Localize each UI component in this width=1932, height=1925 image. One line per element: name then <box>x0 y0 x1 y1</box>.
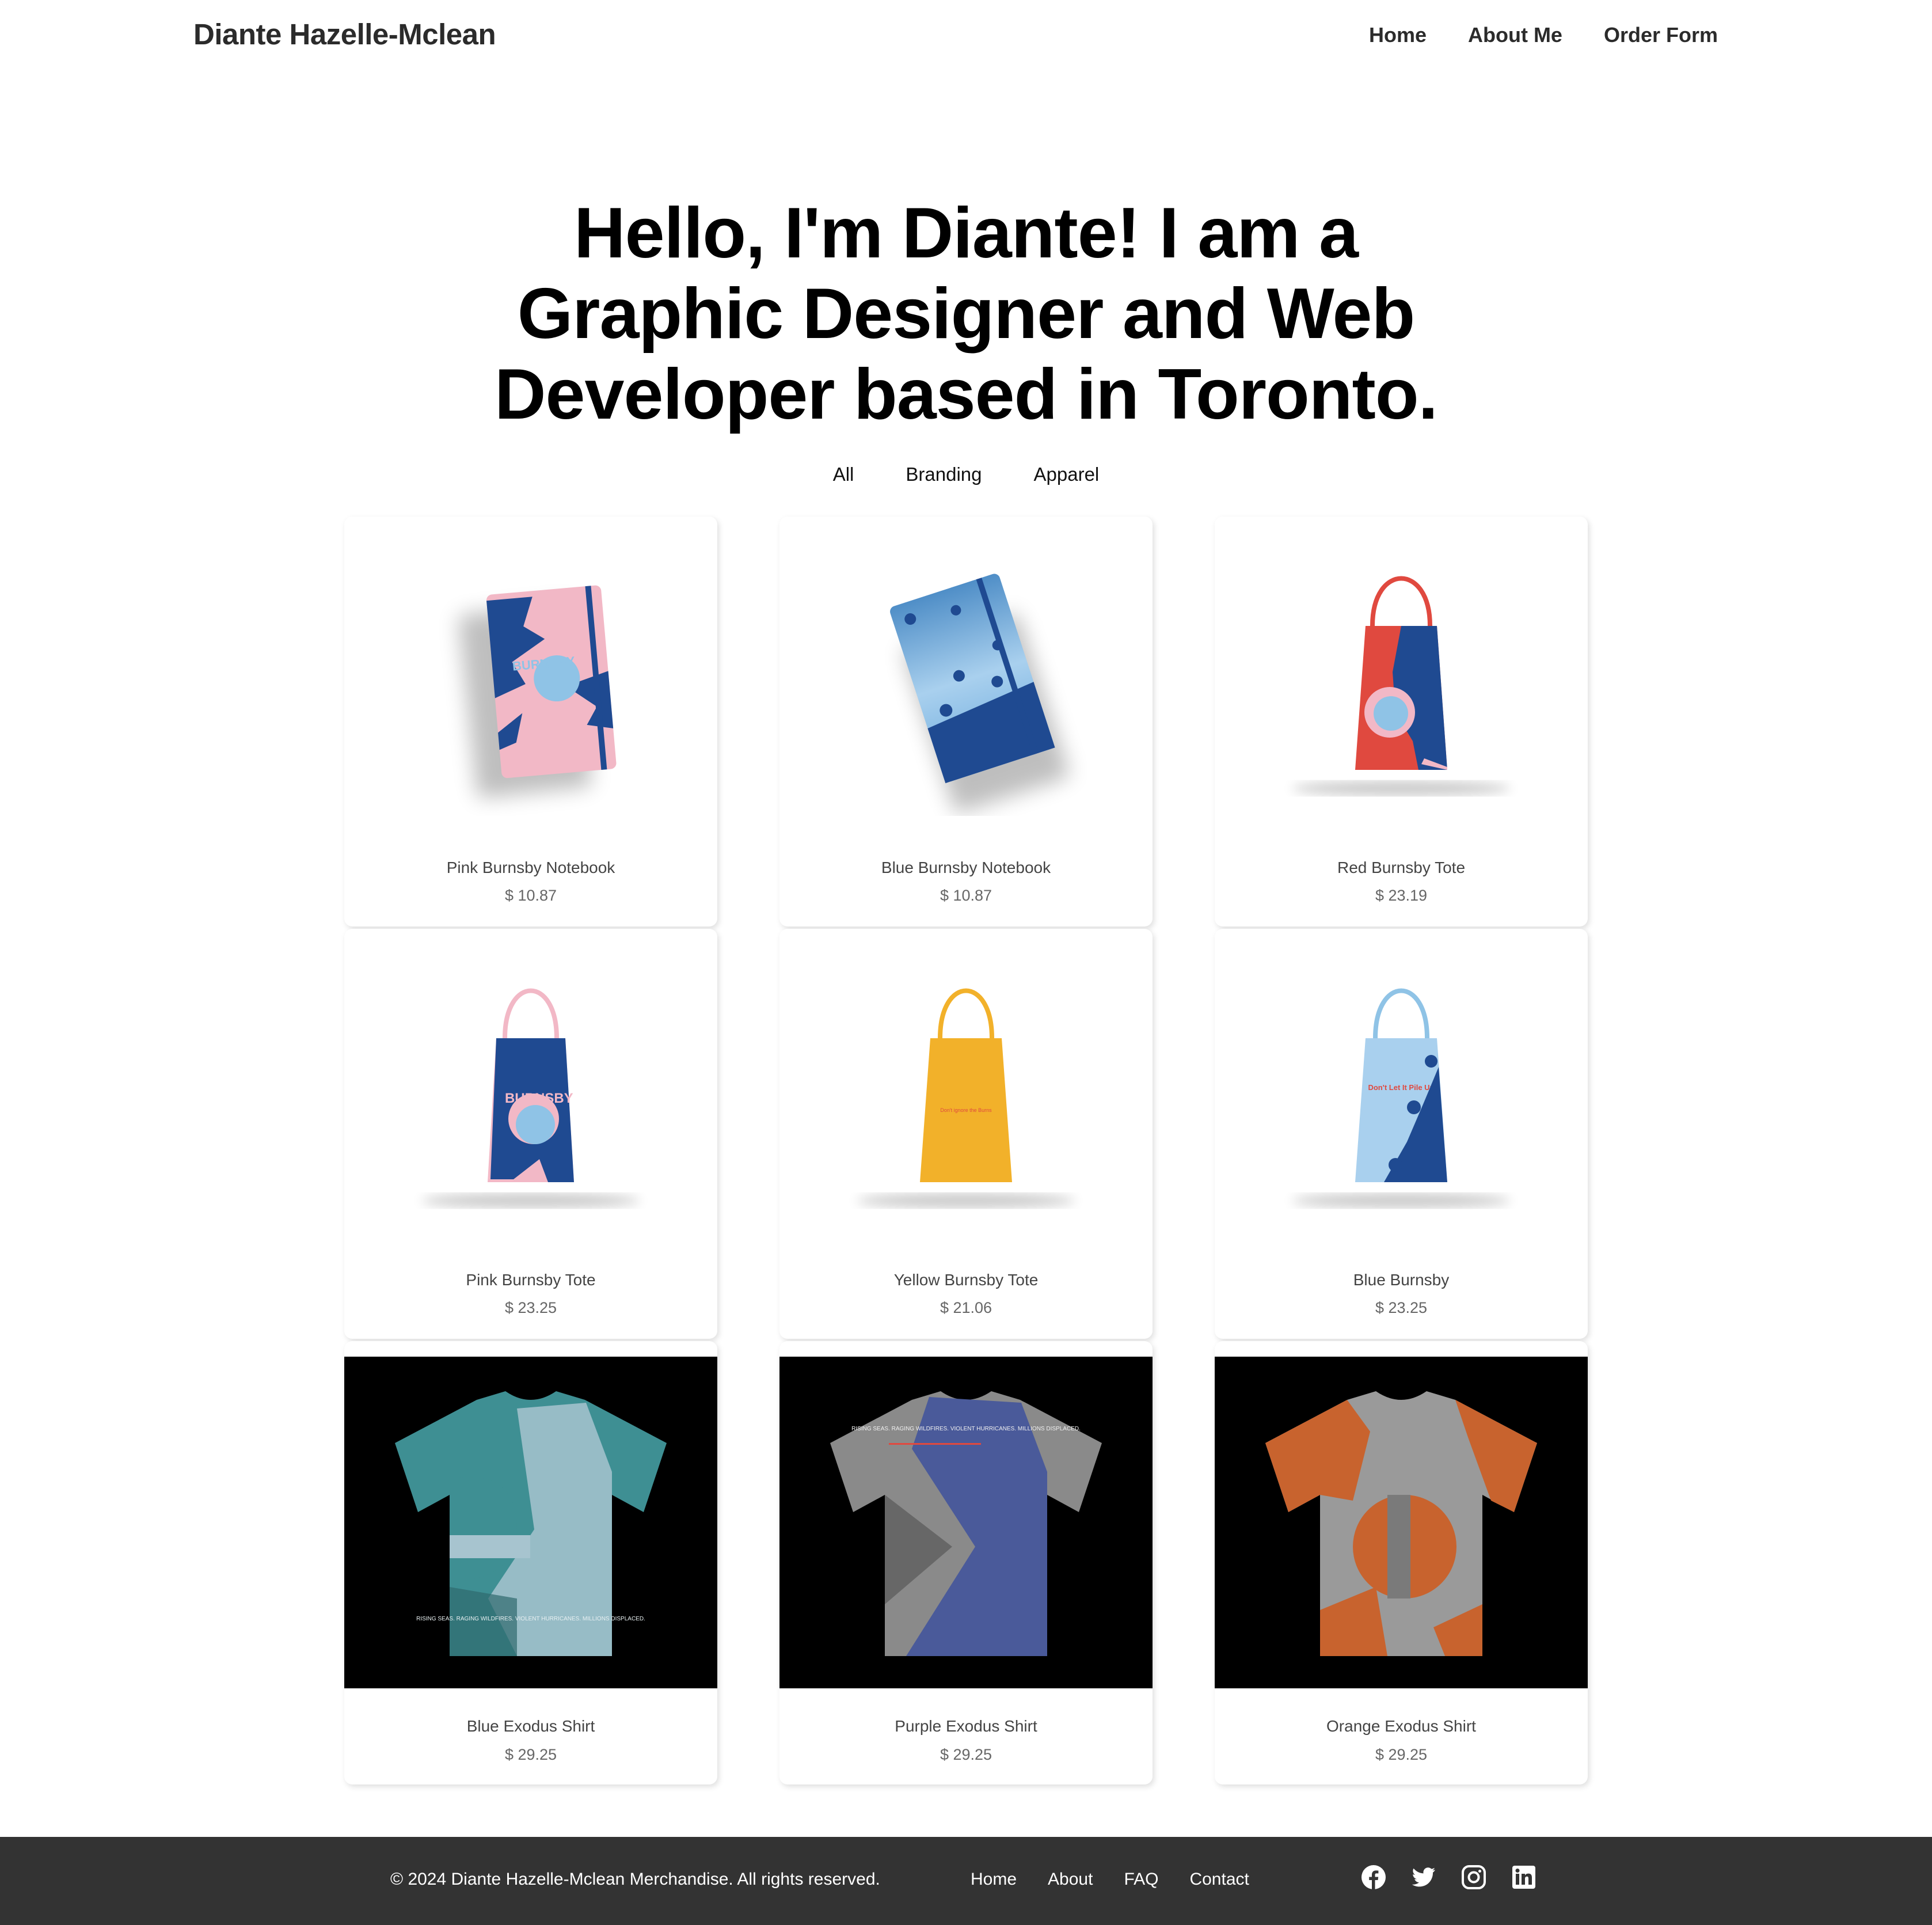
product-name[interactable]: Blue Burnsby <box>1215 1271 1588 1289</box>
twitter-icon[interactable] <box>1411 1865 1436 1890</box>
footer-link-contact[interactable]: Contact <box>1189 1870 1249 1889</box>
filter-all[interactable]: All <box>833 464 854 485</box>
product-name[interactable]: Pink Burnsby Notebook <box>344 859 717 877</box>
nav-about-me[interactable]: About Me <box>1468 23 1562 47</box>
footer-nav: Home About FAQ Contact <box>971 1870 1249 1889</box>
brand-name[interactable]: Diante Hazelle-Mclean <box>193 17 496 51</box>
nav-order-form[interactable]: Order Form <box>1604 23 1718 47</box>
product-card[interactable]: RISING SEAS. RAGING WILDFIRES. VIOLENT H… <box>779 1341 1153 1784</box>
product-image-yellow-tote[interactable]: Don't ignore the Burns <box>779 952 1153 1228</box>
product-card[interactable]: BURNSBY Pink Burnsby Notebook $ 10.87 <box>344 517 717 927</box>
social-links <box>1361 1865 1537 1890</box>
product-grid: BURNSBY Pink Burnsby Notebook $ 10.87 Bl… <box>344 517 1588 1784</box>
product-card[interactable]: Blue Burnsby Notebook $ 10.87 <box>779 517 1153 927</box>
tote-print-text: BURNSBY <box>505 1091 573 1106</box>
filter-apparel[interactable]: Apparel <box>1034 464 1100 485</box>
product-image-pink-notebook[interactable]: BURNSBY <box>344 540 717 816</box>
facebook-icon[interactable] <box>1361 1865 1386 1890</box>
shirt-print-text: RISING SEAS. RAGING WILDFIRES. VIOLENT H… <box>416 1616 645 1622</box>
product-image-blue-notebook[interactable] <box>779 540 1153 816</box>
product-price: $ 23.25 <box>504 1299 557 1316</box>
product-card[interactable]: Don't ignore the Burns Yellow Burnsby To… <box>779 929 1153 1339</box>
instagram-icon[interactable] <box>1461 1865 1486 1890</box>
product-price: $ 10.87 <box>940 887 992 904</box>
site-footer: © 2024 Diante Hazelle-Mclean Merchandise… <box>0 1837 1932 1925</box>
product-name[interactable]: Red Burnsby Tote <box>1215 859 1588 877</box>
product-card[interactable]: Red Burnsby Tote $ 23.19 <box>1215 517 1588 927</box>
product-price: $ 29.25 <box>1375 1746 1428 1763</box>
product-name[interactable]: Pink Burnsby Tote <box>344 1271 717 1289</box>
footer-link-about[interactable]: About <box>1048 1870 1093 1889</box>
product-price: $ 21.06 <box>940 1299 992 1316</box>
product-name[interactable]: Yellow Burnsby Tote <box>779 1271 1153 1289</box>
product-name[interactable]: Blue Exodus Shirt <box>344 1717 717 1736</box>
nav-home[interactable]: Home <box>1369 23 1427 47</box>
product-price: $ 29.25 <box>504 1746 557 1763</box>
product-name[interactable]: Blue Burnsby Notebook <box>779 859 1153 877</box>
linkedin-icon[interactable] <box>1511 1865 1537 1890</box>
category-filters: All Branding Apparel <box>0 464 1932 485</box>
product-image-purple-exodus-shirt[interactable]: RISING SEAS. RAGING WILDFIRES. VIOLENT H… <box>779 1357 1153 1688</box>
product-price: $ 23.25 <box>1375 1299 1428 1316</box>
product-name[interactable]: Orange Exodus Shirt <box>1215 1717 1588 1736</box>
shirt-print-text: RISING SEAS. RAGING WILDFIRES. VIOLENT H… <box>851 1426 1081 1432</box>
site-header: Diante Hazelle-Mclean Home About Me Orde… <box>0 0 1932 75</box>
hero-section: Hello, I'm Diante! I am a Graphic Design… <box>0 193 1932 435</box>
product-price: $ 23.19 <box>1375 887 1428 904</box>
filter-branding[interactable]: Branding <box>906 464 982 485</box>
product-image-blue-tote[interactable]: Don't Let It Pile Up <box>1215 952 1588 1228</box>
product-card[interactable]: RISING SEAS. RAGING WILDFIRES. VIOLENT H… <box>344 1341 717 1784</box>
product-image-red-tote[interactable] <box>1215 540 1588 816</box>
footer-link-home[interactable]: Home <box>971 1870 1017 1889</box>
copyright-text: © 2024 Diante Hazelle-Mclean Merchandise… <box>390 1870 880 1889</box>
product-image-pink-tote[interactable]: BURNSBY <box>344 952 717 1228</box>
main-nav: Home About Me Order Form <box>1369 23 1718 47</box>
tote-print-text: Don't ignore the Burns <box>940 1107 992 1113</box>
product-image-blue-exodus-shirt[interactable]: RISING SEAS. RAGING WILDFIRES. VIOLENT H… <box>344 1357 717 1688</box>
product-price: $ 10.87 <box>504 887 557 904</box>
product-card[interactable]: BURNSBY Pink Burnsby Tote $ 23.25 <box>344 929 717 1339</box>
product-card[interactable]: Don't Let It Pile Up Blue Burnsby $ 23.2… <box>1215 929 1588 1339</box>
product-image-orange-exodus-shirt[interactable] <box>1215 1357 1588 1688</box>
product-price: $ 29.25 <box>940 1746 992 1763</box>
product-card[interactable]: Orange Exodus Shirt $ 29.25 <box>1215 1341 1588 1784</box>
hero-headline: Hello, I'm Diante! I am a Graphic Design… <box>494 193 1438 434</box>
tote-print-text: Don't Let It Pile Up <box>1368 1083 1434 1092</box>
product-name[interactable]: Purple Exodus Shirt <box>779 1717 1153 1736</box>
footer-link-faq[interactable]: FAQ <box>1124 1870 1158 1889</box>
